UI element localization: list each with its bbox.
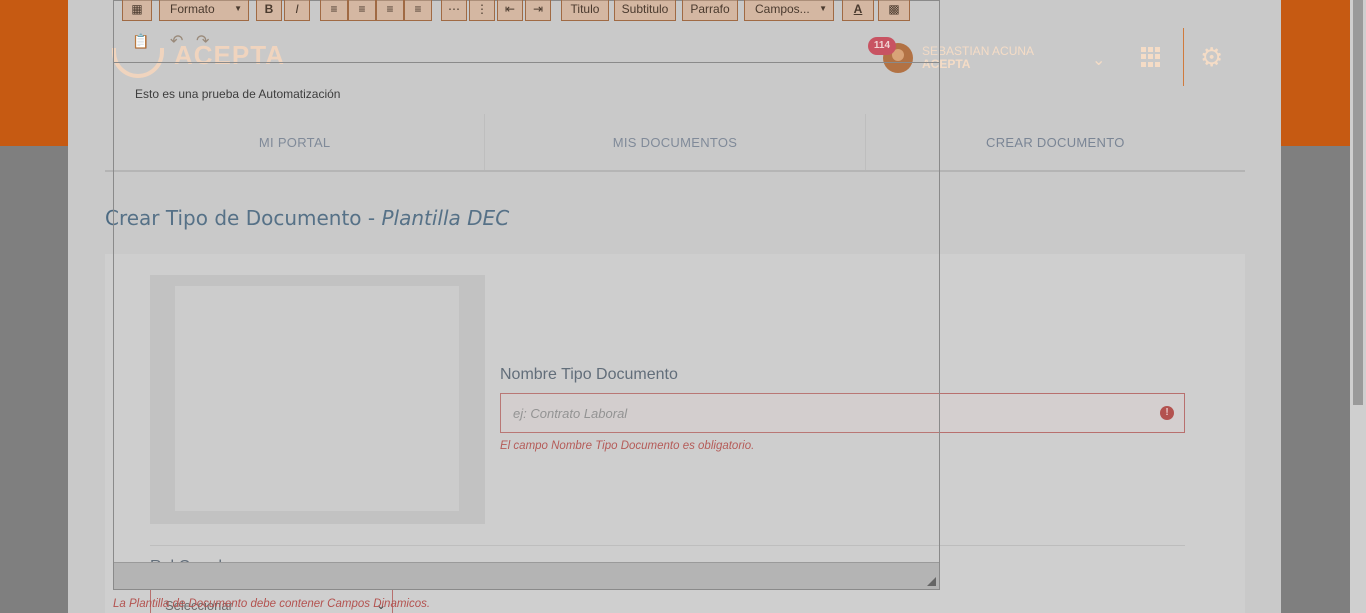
format-dropdown-label: Formato: [170, 1, 215, 16]
format-dropdown[interactable]: Formato ▼: [159, 0, 249, 21]
page-scrollbar[interactable]: [1350, 0, 1366, 613]
align-justify-icon[interactable]: ≡: [404, 0, 432, 21]
background-color-icon[interactable]: ▩: [878, 0, 910, 21]
undo-icon[interactable]: ↶: [170, 31, 183, 51]
numbered-list-icon[interactable]: ⋮: [469, 0, 495, 21]
titulo-button[interactable]: Titulo: [561, 0, 609, 21]
outdent-icon[interactable]: ⇤: [497, 0, 523, 21]
template-error: La Plantilla de Documento debe contener …: [113, 598, 431, 610]
paste-icon[interactable]: 📋: [132, 33, 149, 50]
editor-status-bar: [114, 562, 939, 589]
align-left-icon[interactable]: ≡: [320, 0, 348, 21]
caret-down-icon: ▼: [234, 4, 242, 13]
bullet-list-icon[interactable]: ⋯: [441, 0, 467, 21]
editor-content[interactable]: Esto es una prueba de Automatización: [135, 87, 340, 101]
bold-button[interactable]: B: [256, 0, 282, 21]
campos-dropdown-label: Campos...: [755, 1, 810, 16]
align-right-icon[interactable]: ≡: [376, 0, 404, 21]
header-divider: [1183, 28, 1184, 86]
editor-toolbar: ▦ Formato ▼ B I ≡ ≡ ≡ ≡ ⋯ ⋮ ⇤ ⇥ Titulo S…: [114, 0, 939, 23]
scrollbar-thumb[interactable]: [1353, 0, 1363, 405]
indent-icon[interactable]: ⇥: [525, 0, 551, 21]
redo-icon[interactable]: ↷: [196, 31, 209, 51]
parrafo-button[interactable]: Parrafo: [682, 0, 738, 21]
gear-icon[interactable]: ⚙: [1200, 42, 1223, 73]
align-center-icon[interactable]: ≡: [348, 0, 376, 21]
resize-handle-icon[interactable]: [927, 577, 936, 586]
caret-down-icon: ▼: [819, 4, 827, 13]
text-color-icon[interactable]: A: [842, 0, 874, 21]
campos-dropdown[interactable]: Campos... ▼: [744, 0, 834, 21]
italic-button[interactable]: I: [284, 0, 310, 21]
apps-grid-icon[interactable]: [1141, 47, 1161, 67]
subtitulo-button[interactable]: Subtitulo: [614, 0, 676, 21]
table-icon[interactable]: ▦: [122, 0, 152, 21]
editor-toolbar-divider: [114, 62, 939, 63]
editor-toolbar-row2: 📋 ↶ ↷: [122, 29, 212, 55]
template-editor: ▦ Formato ▼ B I ≡ ≡ ≡ ≡ ⋯ ⋮ ⇤ ⇥ Titulo S…: [113, 0, 940, 590]
chevron-down-icon[interactable]: ⌄: [1092, 50, 1105, 70]
error-icon: !: [1160, 406, 1174, 420]
